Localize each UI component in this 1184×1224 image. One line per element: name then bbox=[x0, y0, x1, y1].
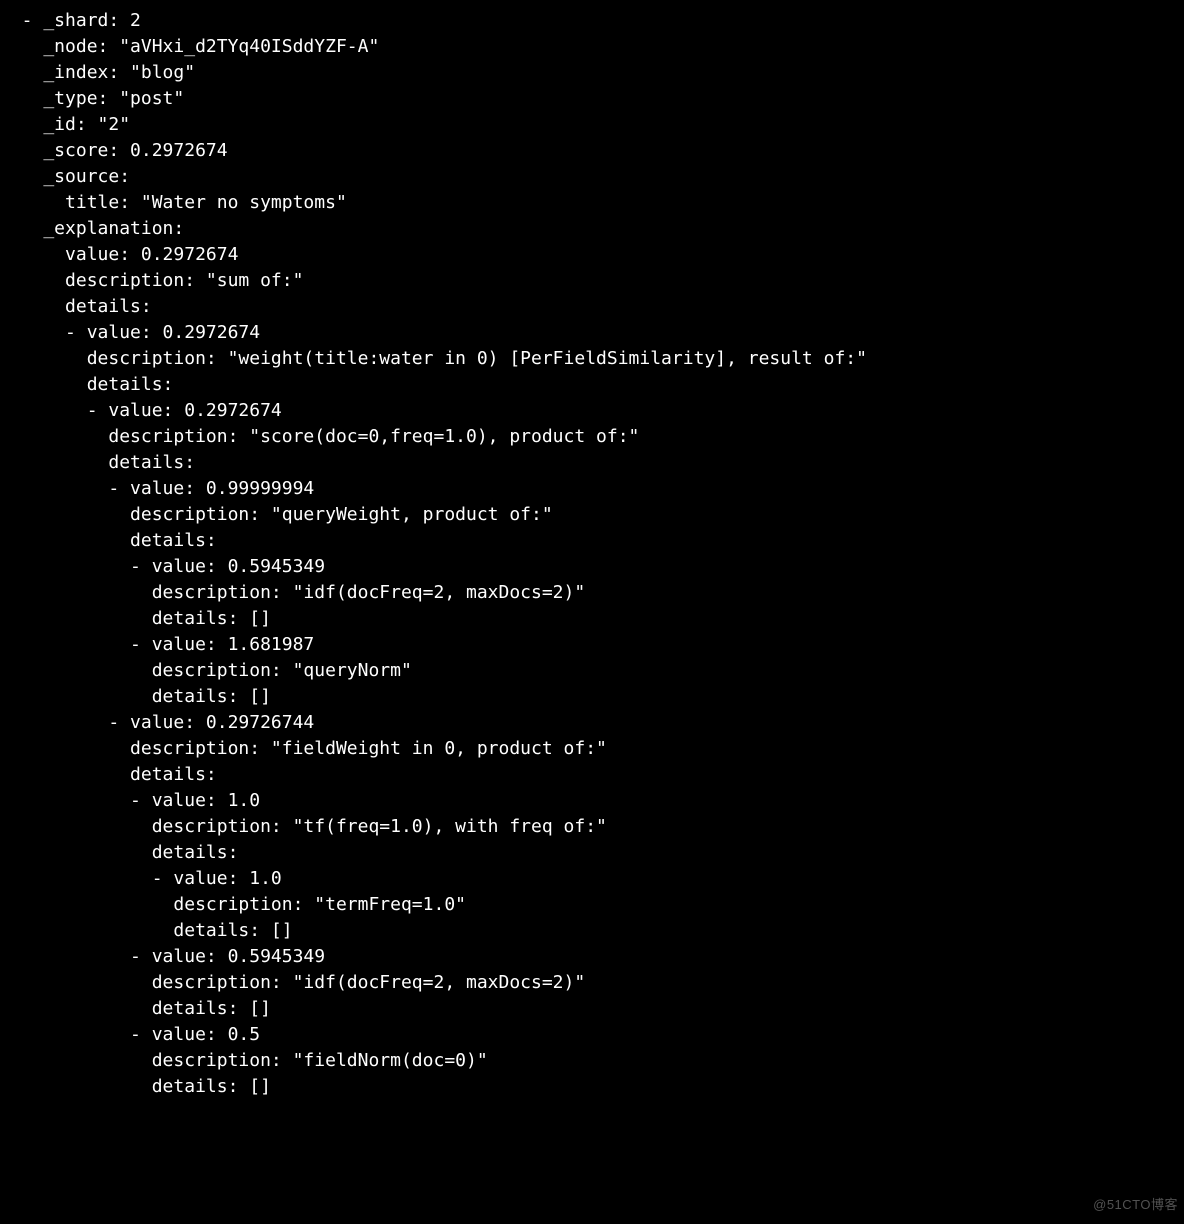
output-line: description: "sum of:" bbox=[0, 268, 1184, 294]
output-line: details: bbox=[0, 840, 1184, 866]
output-line: - value: 1.0 bbox=[0, 866, 1184, 892]
output-line: details: bbox=[0, 450, 1184, 476]
output-line: - value: 0.5945349 bbox=[0, 554, 1184, 580]
output-line: description: "fieldNorm(doc=0)" bbox=[0, 1048, 1184, 1074]
output-line: _id: "2" bbox=[0, 112, 1184, 138]
output-line: _explanation: bbox=[0, 216, 1184, 242]
output-line: description: "weight(title:water in 0) [… bbox=[0, 346, 1184, 372]
output-line: details: [] bbox=[0, 606, 1184, 632]
output-line: description: "score(doc=0,freq=1.0), pro… bbox=[0, 424, 1184, 450]
output-line: - value: 0.2972674 bbox=[0, 320, 1184, 346]
output-line: _source: bbox=[0, 164, 1184, 190]
output-line: _node: "aVHxi_d2TYq40ISddYZF-A" bbox=[0, 34, 1184, 60]
output-line: details: bbox=[0, 372, 1184, 398]
output-line: _type: "post" bbox=[0, 86, 1184, 112]
watermark: @51CTO博客 bbox=[1093, 1192, 1178, 1218]
output-line: description: "fieldWeight in 0, product … bbox=[0, 736, 1184, 762]
output-line: description: "idf(docFreq=2, maxDocs=2)" bbox=[0, 970, 1184, 996]
output-line: - _shard: 2 bbox=[0, 8, 1184, 34]
output-line: _index: "blog" bbox=[0, 60, 1184, 86]
output-line: - value: 1.0 bbox=[0, 788, 1184, 814]
output-line: _score: 0.2972674 bbox=[0, 138, 1184, 164]
output-line: - value: 0.99999994 bbox=[0, 476, 1184, 502]
yaml-output: - _shard: 2 _node: "aVHxi_d2TYq40ISddYZF… bbox=[0, 8, 1184, 1100]
output-line: - value: 0.5 bbox=[0, 1022, 1184, 1048]
output-line: - value: 0.29726744 bbox=[0, 710, 1184, 736]
output-line: details: [] bbox=[0, 918, 1184, 944]
output-line: details: [] bbox=[0, 996, 1184, 1022]
output-line: details: bbox=[0, 294, 1184, 320]
output-line: description: "termFreq=1.0" bbox=[0, 892, 1184, 918]
output-line: - value: 1.681987 bbox=[0, 632, 1184, 658]
output-line: description: "tf(freq=1.0), with freq of… bbox=[0, 814, 1184, 840]
output-line: description: "queryWeight, product of:" bbox=[0, 502, 1184, 528]
output-line: details: [] bbox=[0, 1074, 1184, 1100]
output-line: details: bbox=[0, 762, 1184, 788]
output-line: description: "idf(docFreq=2, maxDocs=2)" bbox=[0, 580, 1184, 606]
output-line: - value: 0.5945349 bbox=[0, 944, 1184, 970]
output-line: details: bbox=[0, 528, 1184, 554]
output-line: - value: 0.2972674 bbox=[0, 398, 1184, 424]
output-line: title: "Water no symptoms" bbox=[0, 190, 1184, 216]
output-line: value: 0.2972674 bbox=[0, 242, 1184, 268]
output-line: description: "queryNorm" bbox=[0, 658, 1184, 684]
output-line: details: [] bbox=[0, 684, 1184, 710]
